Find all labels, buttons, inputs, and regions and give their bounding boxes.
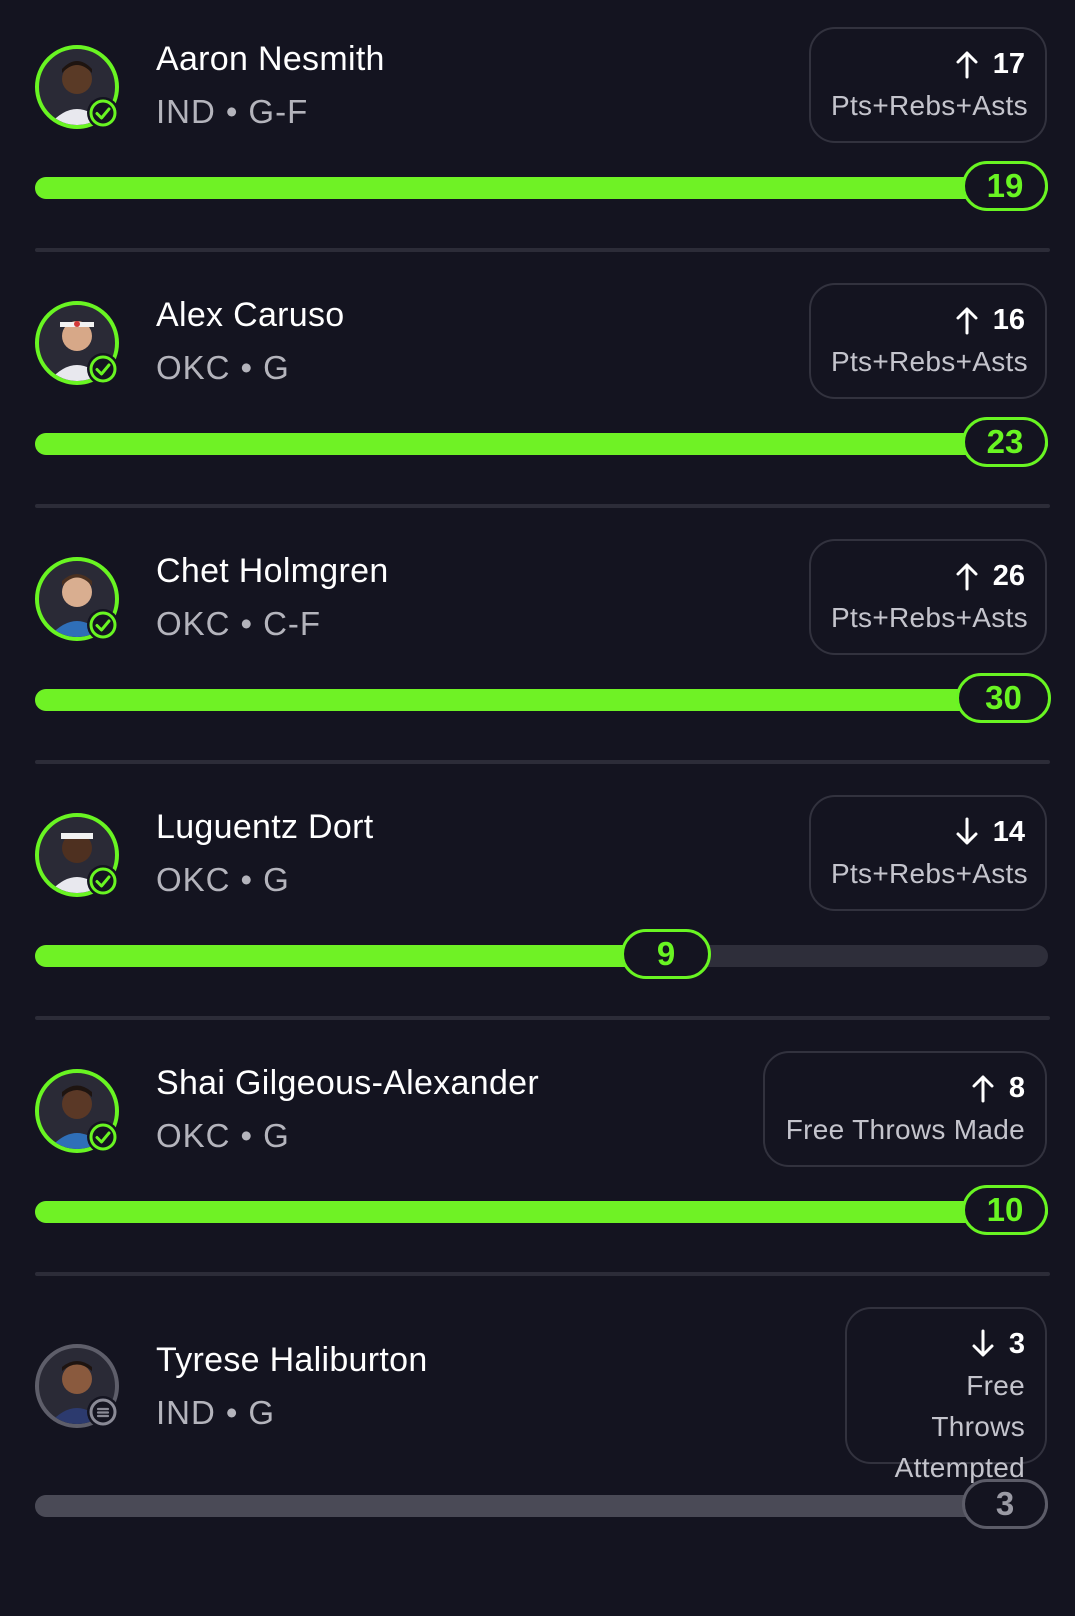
divider xyxy=(35,248,1050,252)
separator-dot: • xyxy=(225,1394,239,1431)
arrow-down-icon xyxy=(972,1329,994,1357)
player-card[interactable]: Aaron Nesmith IND • G-F 17 Pts+Rebs+Asts 1… xyxy=(0,0,1075,264)
line-value: 8 xyxy=(1008,1071,1025,1104)
player-team-position: IND • G-F xyxy=(156,93,308,131)
team: OKC xyxy=(156,1117,231,1154)
line-value: 14 xyxy=(992,815,1025,848)
team: OKC xyxy=(156,605,231,642)
stat-label: Pts+Rebs+Asts xyxy=(831,602,1028,633)
avatar xyxy=(35,1069,119,1153)
player-team-position: OKC • G xyxy=(156,349,290,387)
progress-track: 3 xyxy=(35,1479,1048,1529)
stat-label: Free Throws Attempted xyxy=(867,1365,1025,1488)
divider xyxy=(35,1016,1050,1020)
player-card[interactable]: Tyrese Haliburton IND • G 3 Free Throws At… xyxy=(0,1280,1075,1610)
player-name: Tyrese Haliburton xyxy=(156,1341,428,1379)
divider xyxy=(35,1272,1050,1276)
avatar xyxy=(35,45,119,129)
stat-line-box: 8 Free Throws Made xyxy=(763,1051,1047,1167)
divider xyxy=(35,760,1050,764)
team: OKC xyxy=(156,349,231,386)
result-pill: 30 xyxy=(956,673,1051,723)
separator-dot: • xyxy=(225,93,239,130)
player-card[interactable]: Luguentz Dort OKC • G 14 Pts+Rebs+Asts 9 xyxy=(0,768,1075,1032)
check-circle-icon xyxy=(87,609,119,641)
progress-track: 9 xyxy=(35,929,1048,979)
check-circle-icon xyxy=(87,1121,119,1153)
player-card[interactable]: Shai Gilgeous-Alexander OKC • G 8 Free Thr… xyxy=(0,1024,1075,1288)
player-name: Luguentz Dort xyxy=(156,808,374,846)
position: G xyxy=(263,349,290,386)
result-pill: 9 xyxy=(621,929,711,979)
result-pill: 19 xyxy=(962,161,1048,211)
separator-dot: • xyxy=(240,349,254,386)
position: G xyxy=(263,1117,290,1154)
position: C-F xyxy=(263,605,322,642)
progress-fill xyxy=(35,1495,1048,1517)
progress-fill xyxy=(35,433,1048,455)
avatar xyxy=(35,557,119,641)
team: IND xyxy=(156,93,216,130)
stat-line-box: 17 Pts+Rebs+Asts xyxy=(809,27,1047,143)
player-team-position: OKC • G xyxy=(156,1117,290,1155)
progress-track: 19 xyxy=(35,161,1048,211)
position: G xyxy=(248,1394,276,1431)
separator-dot: • xyxy=(240,1117,254,1154)
stat-line-box: 16 Pts+Rebs+Asts xyxy=(809,283,1047,399)
player-name: Aaron Nesmith xyxy=(156,40,385,78)
arrow-up-icon xyxy=(956,51,978,79)
arrow-down-icon xyxy=(956,817,978,845)
player-team-position: IND • G xyxy=(156,1394,275,1432)
line-value: 17 xyxy=(992,47,1025,80)
player-name: Chet Holmgren xyxy=(156,552,389,590)
team: IND xyxy=(156,1394,216,1431)
result-pill: 23 xyxy=(962,417,1048,467)
team: OKC xyxy=(156,861,231,898)
arrow-up-icon xyxy=(972,1075,994,1103)
stat-label: Pts+Rebs+Asts xyxy=(831,346,1028,377)
progress-fill xyxy=(35,689,1048,711)
avatar xyxy=(35,1344,119,1428)
progress-fill xyxy=(35,177,1048,199)
check-circle-icon xyxy=(87,353,119,385)
player-name: Shai Gilgeous-Alexander xyxy=(156,1064,540,1102)
stat-line-box: 3 Free Throws Attempted xyxy=(845,1307,1047,1483)
progress-track: 30 xyxy=(35,673,1051,723)
player-team-position: OKC • C-F xyxy=(156,605,321,643)
line-value: 26 xyxy=(992,559,1025,592)
arrow-up-icon xyxy=(956,307,978,335)
stat-label: Free Throws Made xyxy=(785,1114,1025,1145)
position: G xyxy=(263,861,290,898)
player-team-position: OKC • G xyxy=(156,861,290,899)
equals-circle-icon xyxy=(87,1396,119,1428)
position: G-F xyxy=(248,93,309,130)
progress-fill xyxy=(35,945,687,967)
separator-dot: • xyxy=(240,861,254,898)
avatar xyxy=(35,301,119,385)
check-circle-icon xyxy=(87,97,119,129)
result-pill: 10 xyxy=(962,1185,1048,1235)
stat-line-box: 14 Pts+Rebs+Asts xyxy=(809,795,1047,911)
stat-label-line: Free Throws xyxy=(931,1370,1025,1442)
stat-line-box: 26 Pts+Rebs+Asts xyxy=(809,539,1047,655)
divider xyxy=(35,504,1050,508)
line-value: 3 xyxy=(1008,1327,1025,1360)
progress-track: 10 xyxy=(35,1185,1048,1235)
separator-dot: • xyxy=(240,605,254,642)
line-value: 16 xyxy=(992,303,1025,336)
stat-label: Pts+Rebs+Asts xyxy=(831,858,1028,889)
avatar xyxy=(35,813,119,897)
player-card[interactable]: Alex Caruso OKC • G 16 Pts+Rebs+Asts 23 xyxy=(0,256,1075,520)
result-pill: 3 xyxy=(962,1479,1048,1529)
player-name: Alex Caruso xyxy=(156,296,345,334)
stat-label: Pts+Rebs+Asts xyxy=(831,90,1028,121)
player-card[interactable]: Chet Holmgren OKC • C-F 26 Pts+Rebs+Asts 3… xyxy=(0,512,1075,776)
check-circle-icon xyxy=(87,865,119,897)
progress-track: 23 xyxy=(35,417,1048,467)
arrow-up-icon xyxy=(956,563,978,591)
progress-fill xyxy=(35,1201,1048,1223)
